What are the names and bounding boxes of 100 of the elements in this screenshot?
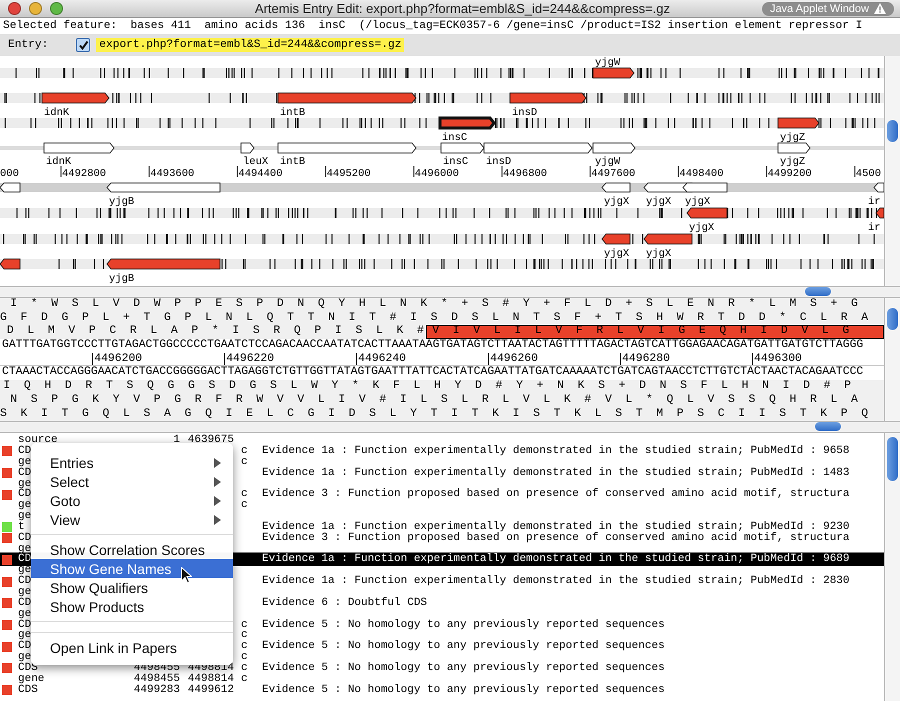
dna-sequence: CTAAACTACCAGGGAACATCTGACCGGGGGACTTAGAGGTCTGTTGGTTATAGTGAATTTATTCACTATCAGAATTATGATCAAAAATCTGATCAGTAACCTCTTGTCTACTAACTACAGAATCCC [1, 366, 864, 380]
qualifier-text[interactable]: Evidence 1a : Function experimentally demonstrated in the studied strain; PubMedId : 2830 [262, 575, 850, 588]
qualifier-text[interactable]: Evidence 5 : No homology to any previously reported sequences [262, 662, 665, 674]
horizontal-scrollbar[interactable] [0, 421, 900, 434]
feature-label: yjgW [595, 156, 620, 168]
strand-mark: c [241, 662, 248, 674]
strand-mark: c [241, 488, 248, 500]
feature-key[interactable]: t [18, 520, 25, 533]
menu-item[interactable]: Open Link in Papers [31, 638, 233, 658]
qualifier-text[interactable]: Evidence 1a : Function experimentally demonstrated in the studied strain; PubMedId : 9658 [262, 445, 850, 458]
window-title: Artemis Entry Edit: export.php?format=embl&S_id=244&&compress=.gz [254, 1, 672, 16]
qualifier-text[interactable]: Evidence 3 : Function proposed based on presence of conserved amino acid motif, structura [262, 488, 850, 500]
feature-key[interactable]: ge [18, 586, 32, 598]
feature-key[interactable]: ge [18, 478, 32, 490]
feature-key[interactable]: CD [18, 596, 32, 609]
vertical-scrollbar[interactable] [884, 298, 900, 422]
feature-box[interactable] [240, 142, 255, 154]
qualifier-text[interactable]: Evidence 5 : No homology to any previously reported sequences [262, 684, 665, 696]
feature-key[interactable]: ge [18, 629, 32, 642]
menu-item[interactable]: Show Products [31, 597, 233, 616]
feature-key[interactable]: CD [18, 640, 32, 652]
menu-item[interactable]: Show Qualifiers [31, 578, 233, 598]
qualifier-text[interactable]: Evidence 1a : Function experimentally demonstrated in the studied strain; PubMedId : 9230 [262, 520, 850, 533]
feature-key[interactable]: CD [18, 532, 32, 544]
scroll-thumb[interactable] [815, 422, 841, 432]
applet-badge: Java Applet Window [762, 2, 894, 16]
feature-key[interactable]: CD [18, 445, 32, 458]
feature-key[interactable]: CD [18, 466, 32, 479]
menu-item[interactable]: Goto [31, 491, 233, 510]
mouse-pointer-icon [181, 567, 192, 584]
feature-key[interactable]: ge [18, 651, 32, 664]
feature-start: 1 [173, 434, 180, 446]
menu-item[interactable]: Entries [31, 453, 233, 472]
feature-key[interactable]: ge [18, 608, 32, 620]
entry-checkbox[interactable] [76, 38, 90, 52]
feature-box[interactable] [601, 182, 630, 192]
feature-box[interactable] [0, 258, 20, 270]
zoom-button[interactable] [50, 2, 63, 15]
feature-box[interactable] [42, 92, 110, 104]
minimize-button[interactable] [29, 2, 42, 15]
vertical-scrollbar[interactable] [884, 433, 900, 701]
feature-key[interactable]: CDS [18, 662, 38, 674]
qualifier-text[interactable]: Evidence 5 : No homology to any previously reported sequences [262, 618, 665, 631]
scroll-thumb[interactable] [887, 308, 898, 330]
feature-box[interactable] [106, 182, 220, 192]
feature-label: idnK [44, 107, 70, 119]
strand-mark: c [241, 499, 248, 512]
feature-end: 4639675 [188, 434, 234, 446]
menu-item[interactable]: Show Gene Names [31, 559, 233, 578]
feature-box[interactable] [643, 234, 692, 244]
amino-acid-sequence: G F D G P L + T G P L N L Q T T N I T # I S D S L N T S F + T S H W R T D D * C L R A [0, 312, 868, 324]
feature-key[interactable]: source [18, 434, 58, 446]
qualifier-text[interactable]: Evidence 6 : Doubtful CDS [262, 596, 428, 609]
scroll-thumb[interactable] [805, 287, 831, 296]
feature-box[interactable] [592, 68, 635, 78]
warning-icon [874, 3, 886, 14]
feature-box[interactable] [278, 142, 417, 154]
vertical-scrollbar[interactable] [884, 56, 900, 286]
feature-box[interactable] [106, 258, 220, 270]
feature-box[interactable] [778, 142, 811, 154]
feature-key[interactable]: ge [18, 499, 32, 512]
feature-key[interactable]: CD [18, 488, 32, 500]
feature-box[interactable] [592, 142, 636, 154]
feature-key[interactable]: ge [18, 564, 32, 576]
feature-label: intB [280, 156, 306, 168]
feature-label: leuX [243, 156, 268, 168]
feature-key[interactable]: gene [18, 672, 44, 685]
scale-label: 4495200 [326, 168, 371, 180]
scale-label: 4496220 [224, 352, 356, 366]
feature-box[interactable] [682, 182, 728, 192]
feature-key[interactable]: CDS [18, 684, 38, 696]
feature-label: insD [512, 107, 538, 119]
feature-box[interactable] [440, 142, 485, 154]
menu-item[interactable]: Show Correlation Scores [31, 540, 233, 560]
feature-key[interactable]: CD [18, 553, 32, 566]
feature-key[interactable]: ge [18, 510, 32, 522]
horizontal-scrollbar[interactable] [0, 286, 900, 298]
feature-key[interactable]: CD [18, 618, 32, 631]
feature-start: 4499283 [134, 684, 180, 696]
feature-box[interactable] [686, 208, 728, 218]
strand-mark: c [241, 672, 248, 685]
feature-key[interactable]: ge [18, 456, 32, 468]
qualifier-text[interactable]: Evidence 3 : Function proposed based on presence of conserved amino acid motif, structura [262, 532, 850, 544]
entry-name: export.php?format=embl&S_id=244&&compress=.gz [96, 38, 404, 52]
scroll-thumb[interactable] [887, 120, 898, 142]
menu-item[interactable]: Select [31, 472, 233, 492]
qualifier-text[interactable]: Evidence 1a : Function experimentally demonstrated in the studied strain; PubMedId : 1483 [262, 466, 850, 479]
menu-item[interactable]: View [31, 510, 233, 530]
submenu-arrow-icon [214, 458, 221, 468]
feature-box[interactable] [778, 118, 820, 128]
close-button[interactable] [8, 2, 21, 15]
feature-key[interactable]: CD [18, 575, 32, 588]
feature-box[interactable] [438, 116, 496, 130]
feature-box[interactable] [44, 142, 115, 154]
feature-box[interactable] [601, 234, 630, 244]
amino-acid-sequence: I Q H D R T S Q G G S D G S L W Y * K F L H Y D # Y + N K S + D N S F L H N I D # P [3, 380, 852, 394]
feature-box[interactable] [0, 182, 20, 192]
qualifier-text[interactable]: Evidence 5 : No homology to any previously reported sequences [262, 640, 665, 652]
feature-start: 4498455 [134, 662, 180, 674]
scroll-thumb[interactable] [887, 437, 898, 482]
